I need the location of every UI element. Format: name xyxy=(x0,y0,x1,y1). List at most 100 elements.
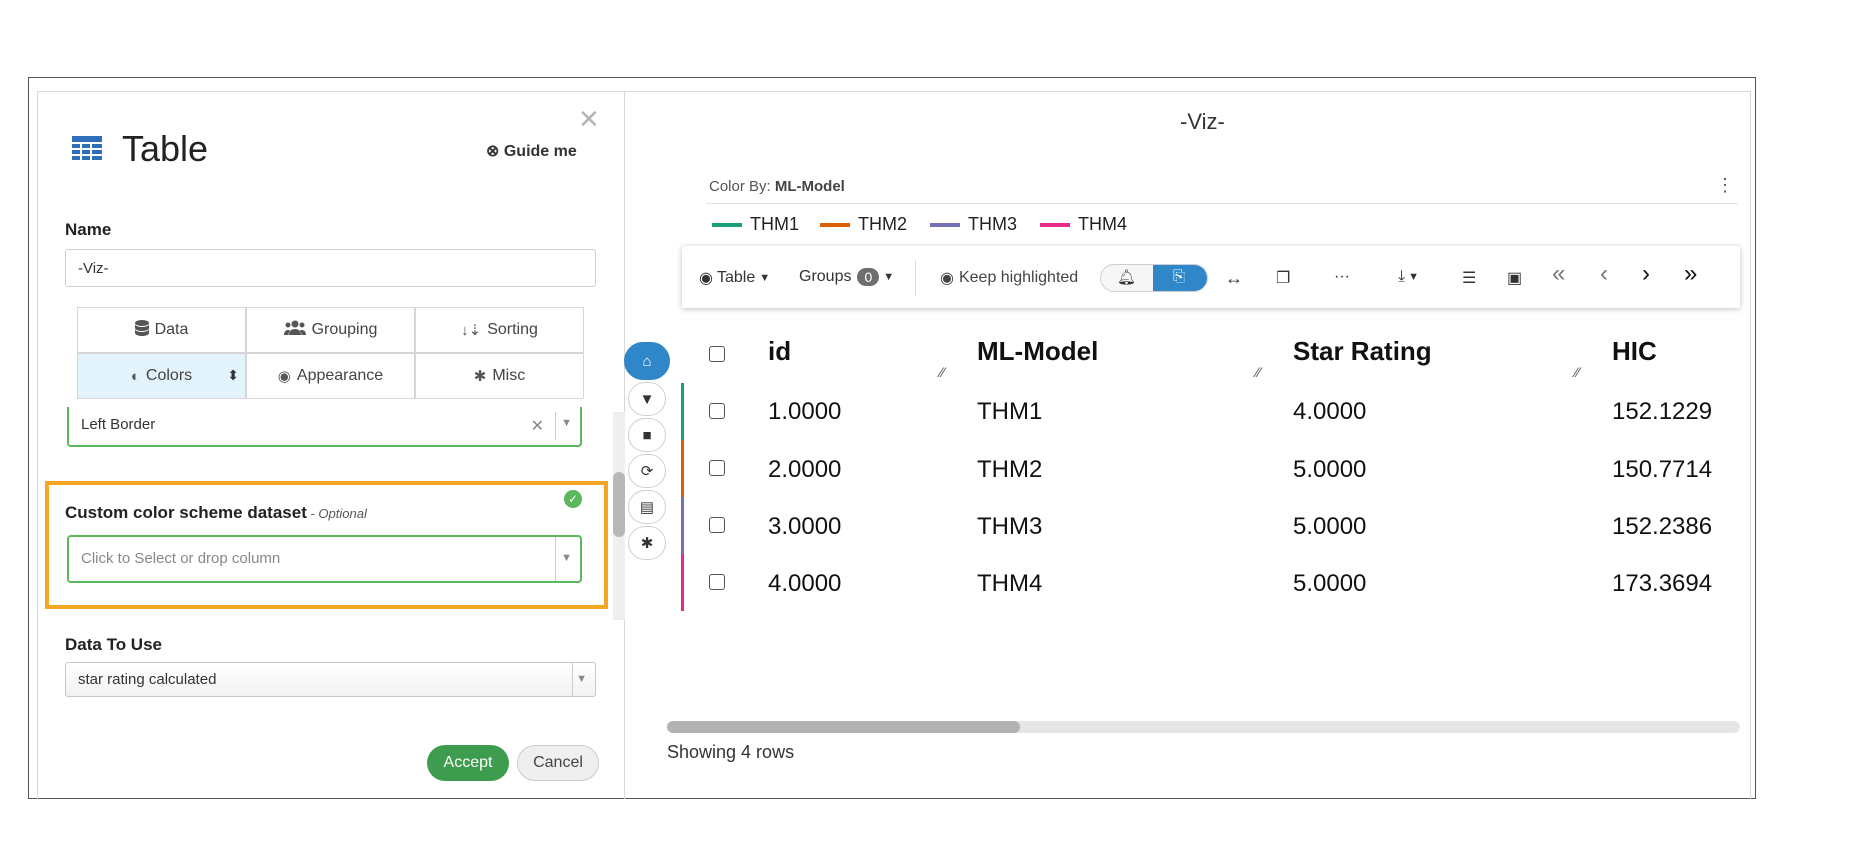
chevron-down-icon[interactable]: ▼ xyxy=(561,417,572,429)
keep-highlighted-toggle[interactable]: ◉ Keep highlighted xyxy=(940,268,1078,288)
horizontal-scrollbar-thumb[interactable] xyxy=(667,721,1020,733)
copy-icon[interactable]: ❐ xyxy=(1276,268,1290,288)
contrast-icon: ◐ xyxy=(130,367,140,385)
optional-note: - Optional xyxy=(306,506,367,521)
chevron-down-icon[interactable]: ▼ xyxy=(576,673,587,685)
column-resize-handle[interactable]: ⁄⁄ xyxy=(940,364,945,380)
row-checkbox[interactable] xyxy=(709,517,725,533)
groups-dropdown[interactable]: Groups 0 ▼ xyxy=(799,268,894,286)
mode-toggle[interactable]: 🔔︎ ⎘ xyxy=(1100,264,1208,292)
cell-star-rating: 5.0000 xyxy=(1293,513,1367,540)
groups-count-badge: 0 xyxy=(857,268,880,286)
cell-ml-model: THM2 xyxy=(977,456,1043,483)
name-input[interactable] xyxy=(65,249,596,287)
panel-scrollbar-thumb[interactable] xyxy=(613,472,625,537)
data-to-use-label: Data To Use xyxy=(65,635,162,654)
tab-appearance-label: Appearance xyxy=(296,367,384,384)
settings-tabs: Data Grouping ↓⇣ Sorting ◐ Colors ⬍ ◉ Ap… xyxy=(77,307,585,399)
custom-scheme-dropzone[interactable]: Click to Select or drop column ▼ xyxy=(67,535,582,583)
eye-icon: ◉ xyxy=(940,270,954,287)
download-icon[interactable]: ⤓ ▼ xyxy=(1398,268,1419,286)
home-button[interactable]: ⌂ xyxy=(624,342,670,380)
legend-item[interactable]: THM3 xyxy=(930,214,1017,235)
cell-ml-model: THM3 xyxy=(977,513,1043,540)
cell-id: 1.0000 xyxy=(768,398,842,425)
tab-colors[interactable]: ◐ Colors ⬍ xyxy=(77,353,246,399)
column-header-id[interactable]: id xyxy=(768,336,791,367)
cell-star-rating: 5.0000 xyxy=(1293,570,1367,597)
custom-scheme-label: Custom color scheme dataset - Optional xyxy=(65,503,367,523)
select-divider xyxy=(555,537,556,581)
caret-down-icon: ▼ xyxy=(883,271,895,283)
color-by-value: ML-Model xyxy=(774,178,845,195)
database-icon xyxy=(134,320,149,340)
filter-button[interactable]: ▼ xyxy=(628,382,666,416)
color-by-prefix: Color By: xyxy=(709,178,775,195)
more-horizontal-icon[interactable]: ··· xyxy=(1334,268,1350,286)
guide-me-link[interactable]: ⊗ Guide me xyxy=(486,141,577,161)
custom-scheme-placeholder: Click to Select or drop column xyxy=(81,550,281,567)
gear-icon: ✱ xyxy=(473,368,487,385)
chevron-down-icon[interactable]: ▼ xyxy=(561,552,572,564)
row-count-status: Showing 4 rows xyxy=(667,742,795,762)
view-type-label: Table xyxy=(716,269,756,286)
last-page-icon[interactable]: » xyxy=(1684,260,1697,288)
first-page-icon[interactable]: « xyxy=(1552,260,1565,288)
cell-star-rating: 5.0000 xyxy=(1293,456,1367,483)
next-page-icon[interactable]: › xyxy=(1642,260,1650,288)
previous-page-icon[interactable]: ‹ xyxy=(1600,260,1608,288)
color-by-indicator[interactable]: Color By: ML-Model xyxy=(709,178,845,195)
caret-down-icon: ▼ xyxy=(759,272,771,284)
legend-swatch xyxy=(820,222,850,227)
expand-horizontal-icon[interactable]: ↔ xyxy=(1225,268,1243,289)
bell-icon[interactable]: 🔔︎ xyxy=(1117,268,1136,286)
save-icon[interactable]: ▣ xyxy=(1507,268,1522,288)
tab-grouping[interactable]: Grouping xyxy=(246,307,415,353)
sliders-icon[interactable]: ☰ xyxy=(1462,268,1476,288)
legend-divider xyxy=(706,203,1738,204)
legend-swatch xyxy=(930,222,960,227)
color-mode-value: Left Border xyxy=(81,416,156,433)
scroll-icon[interactable]: ⎘ xyxy=(1173,268,1185,285)
legend-item[interactable]: THM4 xyxy=(1040,214,1127,235)
tab-colors-label: Colors xyxy=(145,367,193,384)
sort-icon: ↓⇣ xyxy=(461,322,482,339)
close-icon[interactable]: ✕ xyxy=(578,104,600,135)
row-color-bar xyxy=(681,554,684,611)
refresh-button[interactable]: ⟳ xyxy=(628,454,666,488)
legend-label: THM3 xyxy=(968,214,1017,234)
cancel-button[interactable]: Cancel xyxy=(517,745,599,781)
accept-button[interactable]: Accept xyxy=(427,745,509,781)
tab-sorting[interactable]: ↓⇣ Sorting xyxy=(415,307,584,353)
viz-toolbar: ◉ Table ▼ Groups 0 ▼ ◉ Keep highlighted … xyxy=(682,246,1740,308)
row-checkbox[interactable] xyxy=(709,574,725,590)
color-mode-select[interactable]: Left Border ✕ ▼ xyxy=(67,407,582,447)
check-circle-icon: ✓ xyxy=(564,490,582,508)
document-button[interactable]: ▤ xyxy=(628,490,666,524)
cell-star-rating: 4.0000 xyxy=(1293,398,1367,425)
cell-ml-model: THM4 xyxy=(977,570,1043,597)
column-header-ml-model[interactable]: ML-Model xyxy=(977,336,1098,367)
more-vertical-icon[interactable]: ⋮ xyxy=(1716,175,1734,196)
column-header-hic[interactable]: HIC xyxy=(1612,336,1657,367)
column-resize-handle[interactable]: ⁄⁄ xyxy=(1256,364,1261,380)
view-type-dropdown[interactable]: ◉ Table ▼ xyxy=(699,268,770,288)
viz-title: -Viz- xyxy=(1180,109,1225,134)
row-checkbox[interactable] xyxy=(709,460,725,476)
tab-misc[interactable]: ✱ Misc xyxy=(415,353,584,399)
settings-button[interactable]: ✱ xyxy=(628,526,666,560)
row-checkbox[interactable] xyxy=(709,403,725,419)
clear-icon[interactable]: ✕ xyxy=(531,416,544,436)
custom-scheme-label-text: Custom color scheme dataset xyxy=(65,503,307,522)
data-to-use-select[interactable]: star rating calculated ▼ xyxy=(65,662,596,697)
cell-hic: 152.1229 xyxy=(1612,398,1713,425)
legend-item[interactable]: THM2 xyxy=(820,214,907,235)
stop-button[interactable]: ■ xyxy=(628,418,666,452)
tab-data[interactable]: Data xyxy=(77,307,246,353)
legend-item[interactable]: THM1 xyxy=(712,214,799,235)
column-resize-handle[interactable]: ⁄⁄ xyxy=(1575,364,1580,380)
tab-appearance[interactable]: ◉ Appearance xyxy=(246,353,415,399)
select-all-checkbox[interactable] xyxy=(709,346,725,362)
lifebuoy-icon: ⊗ xyxy=(486,143,500,160)
column-header-star-rating[interactable]: Star Rating xyxy=(1293,336,1432,367)
